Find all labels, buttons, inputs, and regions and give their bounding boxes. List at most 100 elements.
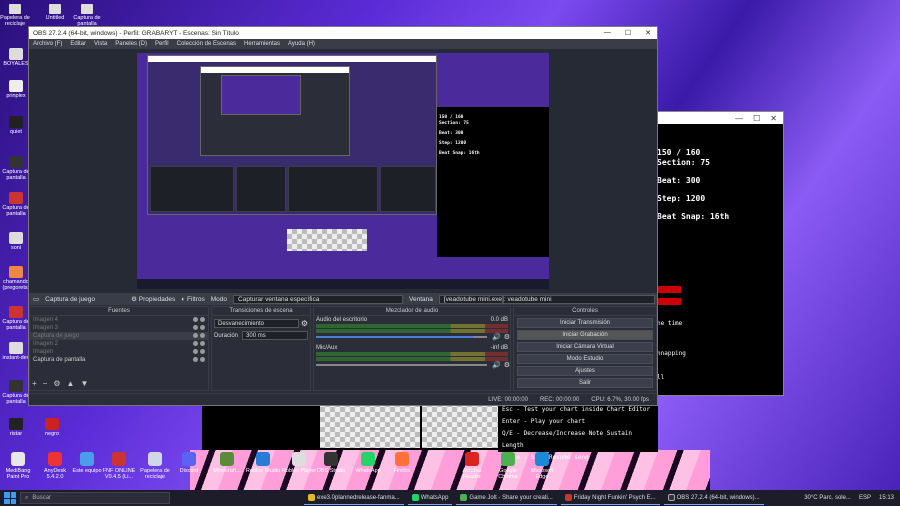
desktop-app-shortcut[interactable]: Microsoft Edge: [524, 452, 560, 480]
lock-icon[interactable]: [200, 317, 205, 322]
search-input[interactable]: ⌕ Buscar: [20, 492, 170, 504]
windows-start-icon[interactable]: [4, 492, 16, 504]
minimize-icon[interactable]: —: [604, 29, 611, 37]
lock-icon[interactable]: [200, 333, 205, 338]
start-recording-button[interactable]: Iniciar Grabación: [517, 330, 653, 340]
exit-button[interactable]: Salir: [517, 378, 653, 388]
desktop-app-shortcut[interactable]: AnyDesk 5.4.2.0: [37, 452, 73, 480]
taskbar-app[interactable]: OBS 27.2.4 (64-bit, windows)...: [663, 491, 764, 505]
source-item[interactable]: Imagen 3: [30, 324, 208, 332]
menu-scene-collection[interactable]: Colección de Escenas: [177, 41, 236, 47]
remove-icon[interactable]: −: [43, 379, 48, 388]
desktop-icon[interactable]: prinplex: [2, 80, 30, 99]
minimize-icon[interactable]: —: [735, 114, 743, 123]
start-streaming-button[interactable]: Iniciar Transmisión: [517, 318, 653, 328]
eye-icon[interactable]: [193, 349, 198, 354]
lock-icon[interactable]: [200, 357, 205, 362]
desktop-app-shortcut[interactable]: Acrobat Reader: [454, 452, 490, 480]
menu-tools[interactable]: Herramientas: [244, 41, 280, 47]
menu-profile[interactable]: Perfil: [155, 41, 169, 47]
desktop-icon[interactable]: Captura de pantalla: [2, 192, 30, 217]
menu-help[interactable]: Ayuda (H): [288, 41, 315, 47]
menu-docks[interactable]: Paneles (D): [115, 41, 147, 47]
taskbar-app[interactable]: WhatsApp: [407, 491, 453, 505]
volume-slider[interactable]: [316, 336, 487, 338]
obs-window[interactable]: OBS 27.2.4 (64-bit, windows) - Perfil: G…: [28, 26, 658, 406]
settings-button[interactable]: Ajustes: [517, 366, 653, 376]
close-icon[interactable]: ✕: [645, 29, 651, 37]
menu-file[interactable]: Archivo (F): [33, 41, 62, 47]
gear-icon[interactable]: ⚙: [504, 333, 510, 341]
desktop-icon[interactable]: BOYALES: [2, 48, 30, 67]
desktop-app-shortcut[interactable]: Roblox Player: [281, 452, 317, 474]
desktop-icon[interactable]: chamando (pregorets): [2, 266, 30, 291]
eye-icon[interactable]: [193, 341, 198, 346]
menu-view[interactable]: Vista: [94, 41, 107, 47]
window-select[interactable]: [veadotube mini.exe]: veadotube mini: [438, 294, 655, 304]
speaker-icon[interactable]: 🔊: [492, 361, 501, 369]
desktop-icon[interactable]: Captura de pantalla: [2, 306, 30, 331]
maximize-icon[interactable]: ☐: [625, 29, 631, 37]
clock[interactable]: 15:13: [879, 495, 894, 501]
maximize-icon[interactable]: ☐: [753, 114, 760, 123]
source-item[interactable]: Captura de pantalla: [30, 356, 208, 364]
desktop-icon[interactable]: Captura de pantalla: [2, 156, 30, 181]
speaker-icon[interactable]: 🔊: [492, 333, 501, 341]
source-item[interactable]: Imagen 2: [30, 340, 208, 348]
desktop-app-shortcut[interactable]: Papelera de reciclaje: [137, 452, 173, 480]
source-item[interactable]: Imagen 4: [30, 316, 208, 324]
desktop-app-shortcut[interactable]: Discord: [171, 452, 207, 474]
recycle-bin-shortcut[interactable]: Papelera de reciclaje: [0, 4, 30, 27]
eye-icon[interactable]: [193, 357, 198, 362]
lock-icon[interactable]: [200, 349, 205, 354]
desktop-icon[interactable]: soni: [2, 232, 30, 251]
filters-button[interactable]: ◐ Filtros: [181, 296, 204, 303]
gear-icon[interactable]: ⚙: [53, 379, 60, 388]
volume-slider[interactable]: [316, 364, 487, 366]
eye-icon[interactable]: [193, 325, 198, 330]
taskbar-app[interactable]: exe3.0plannedrelease-fanma...: [304, 491, 404, 505]
eye-icon[interactable]: [193, 333, 198, 338]
studio-mode-button[interactable]: Modo Estudio: [517, 354, 653, 364]
game-window[interactable]: — ☐ ✕ 150 / 160 Section: 75 Beat: 300 Step…: [656, 111, 784, 396]
gear-icon[interactable]: ⚙: [504, 361, 510, 369]
mode-select[interactable]: Capturar ventana específica: [233, 294, 404, 304]
source-item[interactable]: Imagen: [30, 348, 208, 356]
desktop-app-shortcut[interactable]: Este equipo: [69, 452, 105, 474]
desktop-app-shortcut[interactable]: MediBang Paint Pro: [0, 452, 36, 480]
desktop-icon[interactable]: ristar: [2, 418, 30, 437]
taskbar-app[interactable]: Game Jolt - Share your creati...: [456, 491, 557, 505]
lock-icon[interactable]: [200, 341, 205, 346]
gear-icon[interactable]: ⚙: [301, 319, 308, 328]
desktop-app-shortcut[interactable]: OBS Studio: [313, 452, 349, 474]
language-indicator[interactable]: ESP: [859, 495, 871, 501]
start-virtual-camera-button[interactable]: Iniciar Cámara Virtual: [517, 342, 653, 352]
desktop-icon[interactable]: Captura de pantalla: [2, 380, 30, 405]
screenshot-shortcut[interactable]: Captura de pantalla: [72, 4, 102, 27]
desktop-app-shortcut[interactable]: Google Chrome: [490, 452, 526, 480]
arrow-up-icon[interactable]: ▲: [67, 379, 75, 388]
preview-canvas[interactable]: 150 / 160 Section: 75 Beat: 300 Step: 12…: [29, 49, 657, 293]
lock-icon[interactable]: [200, 325, 205, 330]
desktop-app-shortcut[interactable]: FNF ONLINE V0.4.5 (Li...: [101, 452, 137, 480]
untitled-shortcut[interactable]: Untitled: [40, 4, 70, 21]
arrow-down-icon[interactable]: ▼: [80, 379, 88, 388]
desktop-icon[interactable]: quiet: [2, 116, 30, 135]
app-icon: [395, 452, 409, 466]
eye-icon[interactable]: [193, 317, 198, 322]
duration-input[interactable]: 300 ms: [242, 331, 308, 340]
desktop-app-shortcut[interactable]: Firefox: [384, 452, 420, 474]
add-icon[interactable]: +: [32, 379, 37, 388]
taskbar-app[interactable]: Friday Night Funkin' Psych E...: [560, 491, 660, 505]
desktop-app-shortcut[interactable]: Roblox Studio: [245, 452, 281, 474]
properties-button[interactable]: ⚙ Propiedades: [131, 295, 175, 303]
desktop-icon[interactable]: negro: [38, 418, 66, 437]
source-item[interactable]: Captura de juego: [30, 332, 208, 340]
desktop-icon[interactable]: instant-dev: [2, 342, 30, 361]
desktop-app-shortcut[interactable]: WhatsApp: [350, 452, 386, 474]
transition-select[interactable]: Desvanecimiento: [214, 319, 299, 328]
menu-edit[interactable]: Editar: [70, 41, 86, 47]
close-icon[interactable]: ✕: [770, 114, 777, 123]
desktop-app-shortcut[interactable]: Minecraft...: [209, 452, 245, 474]
weather-widget[interactable]: 30°C Parc. sole...: [804, 495, 851, 501]
